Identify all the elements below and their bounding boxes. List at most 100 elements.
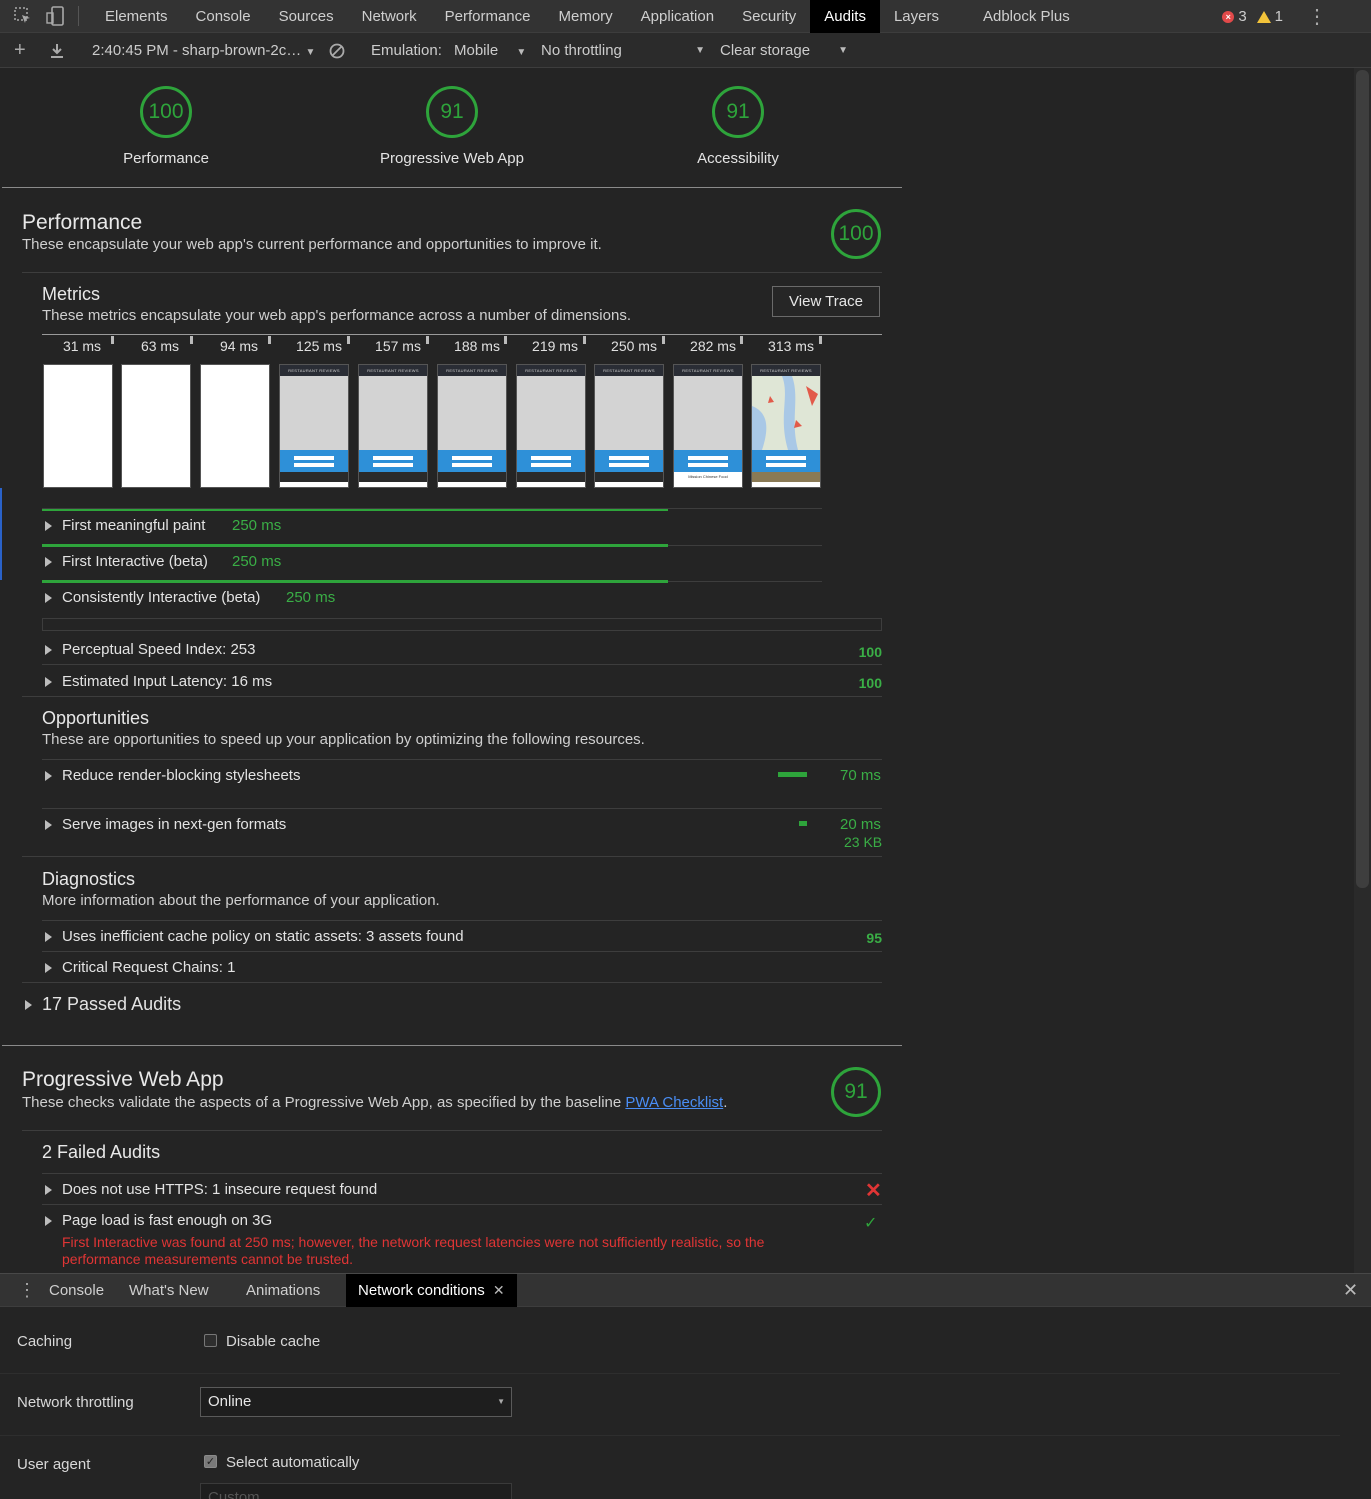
tab-application[interactable]: Application [627,0,728,33]
metric-perceptual-speed-index[interactable]: Perceptual Speed Index: 253 [45,641,255,658]
drawer-tab-console[interactable]: Console [49,1274,104,1307]
metric-consistently-interactive[interactable]: Consistently Interactive (beta) [45,589,260,606]
frame-header: RESTAURANT REVIEWS [517,365,585,376]
row-divider [42,1204,882,1205]
filmstrip-time: 188 ms [454,338,500,354]
opportunity-value: 70 ms [840,767,881,784]
metric-bar [42,544,668,547]
frame-header: RESTAURANT REVIEWS [595,365,663,376]
filmstrip-time: 313 ms [768,338,814,354]
select-automatically-label[interactable]: Select automatically [226,1454,359,1471]
frame-header: RESTAURANT REVIEWS [280,365,348,376]
audit-https[interactable]: Does not use HTTPS: 1 insecure request f… [45,1181,377,1198]
summary-gauge-pwa[interactable]: 91 [426,86,478,138]
tab-audits[interactable]: Audits [810,0,880,33]
opportunity-render-blocking[interactable]: Reduce render-blocking stylesheets [45,767,300,784]
opportunity-value: 20 ms [840,816,881,833]
tab-memory[interactable]: Memory [545,0,627,33]
tab-performance[interactable]: Performance [431,0,545,33]
emulation-label: Emulation: [371,42,442,59]
metric-estimated-input-latency[interactable]: Estimated Input Latency: 16 ms [45,673,272,690]
new-audit-icon[interactable]: + [14,33,26,68]
clear-reports-icon[interactable] [329,33,345,68]
pwa-desc: These checks validate the aspects of a P… [22,1094,728,1111]
filmstrip-time: 157 ms [375,338,421,354]
device-toolbar-icon[interactable] [44,6,66,26]
drawer-menu-icon[interactable]: ⋮ [18,1274,36,1307]
row-divider [42,759,882,760]
download-report-icon[interactable] [50,33,64,68]
drawer-tab-network-conditions[interactable]: Network conditions ✕ [346,1274,517,1307]
user-agent-label: User agent [17,1456,91,1473]
emulation-select[interactable]: Mobile ▼ [454,33,526,68]
error-count: 3 [1238,8,1247,25]
network-conditions-panel: Caching Disable cache Network throttling… [0,1307,1371,1499]
drawer-tab-animations[interactable]: Animations [246,1274,320,1307]
inspect-element-icon[interactable] [12,6,34,26]
section-divider [2,1045,902,1046]
expand-triangle-icon [45,1185,52,1196]
close-tab-icon[interactable]: ✕ [493,1282,505,1298]
diagnostics-title: Diagnostics [42,869,136,889]
metrics-title: Metrics [42,284,100,304]
filmstrip-time: 31 ms [62,338,102,354]
opportunity-extra: 23 KB [844,834,883,850]
chevron-down-icon: ▼ [695,45,705,56]
filmstrip-frame: RESTAURANT REVIEWS [279,364,349,488]
close-drawer-icon[interactable]: ✕ [1343,1274,1358,1307]
tab-network[interactable]: Network [348,0,431,33]
diagnostic-critical-chains[interactable]: Critical Request Chains: 1 [45,959,235,976]
metric-bar [42,580,668,583]
row-divider [42,664,882,665]
tab-elements[interactable]: Elements [91,0,182,33]
metric-score: 100 [858,675,882,691]
tab-adblock-plus[interactable]: Adblock Plus [969,0,1084,33]
filmstrip-frame: RESTAURANT REVIEWS [594,364,664,488]
diagnostic-cache-policy[interactable]: Uses inefficient cache policy on static … [45,928,464,945]
filmstrip-tick [504,336,507,344]
network-throttling-select[interactable]: Online ▼ [200,1387,512,1417]
pwa-title: Progressive Web App [22,1068,224,1091]
tab-sources[interactable]: Sources [265,0,348,33]
report-select[interactable]: 2:40:45 PM - sharp-brown-2c… ▼ [92,33,315,68]
tab-layers[interactable]: Layers [880,0,969,33]
metric-first-interactive[interactable]: First Interactive (beta) [45,553,208,570]
select-automatically-checkbox[interactable]: ✓ [204,1455,217,1468]
filmstrip-time: 282 ms [690,338,736,354]
section-divider [22,1130,882,1131]
tab-security[interactable]: Security [728,0,810,33]
disable-cache-label[interactable]: Disable cache [226,1333,320,1350]
filmstrip-frame: RESTAURANT REVIEWS Mission Chinese Food [673,364,743,488]
performance-score-gauge: 100 [831,209,881,259]
passed-audits-toggle[interactable]: 17 Passed Audits [25,994,181,1015]
report-blank-area [902,68,1354,1273]
opportunities-desc: These are opportunities to speed up your… [42,731,645,748]
diagnostics-desc: More information about the performance o… [42,892,440,909]
metric-value: 250 ms [232,517,282,534]
view-trace-button[interactable]: View Trace [772,286,880,317]
filmstrip-tick [583,336,586,344]
audit-fast-3g[interactable]: Page load is fast enough on 3G [45,1212,272,1229]
summary-gauge-performance[interactable]: 100 [140,86,192,138]
tab-console[interactable]: Console [182,0,265,33]
console-counters[interactable]: × 3 1 ⋮ [1222,0,1371,33]
metrics-desc: These metrics encapsulate your web app's… [42,307,631,324]
metrics-track [42,618,882,631]
error-icon: × [1222,10,1235,23]
expand-triangle-icon [45,677,52,688]
disable-cache-checkbox[interactable] [204,1334,217,1347]
diagnostic-score: 95 [866,930,882,946]
throttling-value: No throttling [541,42,622,59]
performance-desc: These encapsulate your web app's current… [22,236,602,253]
scrollbar-thumb[interactable] [1356,70,1369,888]
drawer-tab-whats-new[interactable]: What's New [129,1274,209,1307]
summary-gauge-accessibility[interactable]: 91 [712,86,764,138]
metric-first-meaningful-paint[interactable]: First meaningful paint [45,517,205,534]
storage-select[interactable]: Clear storage ▼ [720,33,848,68]
throttling-select[interactable]: No throttling ▼ [541,33,705,68]
emulation-value: Mobile [454,42,499,59]
pwa-checklist-link[interactable]: PWA Checklist [625,1094,723,1111]
custom-user-agent-input[interactable]: Custom... [200,1483,512,1499]
opportunity-next-gen-images[interactable]: Serve images in next-gen formats [45,816,286,833]
more-options-icon[interactable]: ⋮ [1307,7,1327,27]
